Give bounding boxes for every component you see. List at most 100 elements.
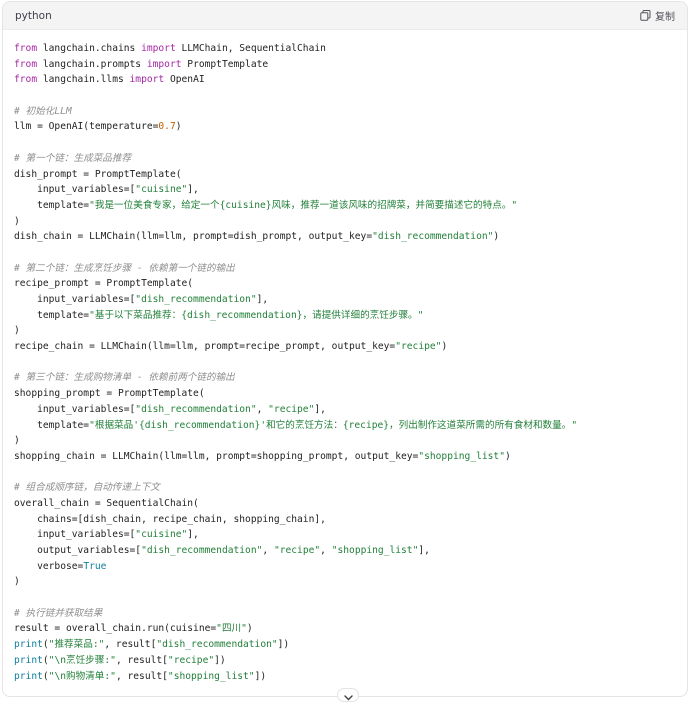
code-token: "dish_recommendation" [135,403,257,415]
code-line: template="我是一位美食专家，给定一个{cuisine}风味，推荐一道该… [14,198,687,214]
code-token: "dish_recommendation" [372,231,494,243]
code-token: "基于以下菜品推荐：{dish_recommendation}，请提供详细的烹饪… [89,309,424,321]
code-token: input_variables=[ [14,294,136,305]
code-line: chains=[dish_chain, recipe_chain, shoppi… [14,512,687,528]
code-block: python 复制 from langchain.chains import L… [2,1,688,697]
code-token: "shopping_list" [418,450,505,462]
code-token: verbose= [14,560,84,572]
code-line: template="基于以下菜品推荐：{dish_recommendation}… [14,308,687,324]
code-token: recipe_chain = LLMChain(llm=llm, prompt=… [14,341,396,353]
code-token: dish_chain = LLMChain(llm=llm, prompt=di… [14,231,373,243]
code-token: ) [14,215,20,227]
code-line: from langchain.chains import LLMChain, S… [14,41,687,57]
copy-button[interactable]: 复制 [640,8,675,23]
code-line: ​ [14,355,687,371]
code-token: , result[ [115,670,168,682]
code-token: , result[ [104,639,157,651]
code-token: template= [14,309,90,321]
code-token: "dish_recommendation" [156,639,278,651]
code-header: python 复制 [3,2,687,30]
code-token: "recipe" [273,545,321,556]
code-line: recipe_chain = LLMChain(llm=llm, prompt=… [14,339,687,355]
code-line: verbose=True [14,559,687,575]
code-line: print("推荐菜品:", result["dish_recommendati… [14,637,687,653]
code-line: from langchain.prompts import PromptTemp… [14,57,687,73]
code-content: from langchain.chains import LLMChain, S… [3,30,687,684]
scroll-down-button[interactable] [337,688,359,702]
code-token: import [129,74,165,86]
code-token: "recipe" [167,654,215,666]
code-token: from [14,43,38,54]
code-comment: # 第三个链：生成购物清单 - 依赖前两个链的输出 [14,372,235,384]
code-line: # 执行链并获取结果 [14,606,687,622]
code-token: from [14,58,38,70]
code-comment: # 第二个链：生成烹饪步骤 - 依赖第一个链的输出 [14,262,235,274]
code-line: ​ [14,245,687,261]
code-token: "recipe" [395,341,442,353]
code-line: recipe_prompt = PromptTemplate( [14,276,687,292]
code-line: ​ [14,135,687,151]
code-token: ) [493,231,500,243]
code-token: "shopping_list" [331,545,419,556]
code-token: langchain.prompts [37,58,147,70]
code-line: ) [14,214,687,230]
code-token: from [14,74,38,86]
code-token: shopping_prompt = PromptTemplate( [14,388,205,400]
code-token: , [256,403,269,415]
chevron-down-icon [343,686,353,705]
code-line: ​ [14,590,687,606]
code-token: input_variables=[ [14,403,136,415]
language-label: python [15,9,52,22]
code-token: ], [187,529,199,541]
code-line: print("\n烹饪步骤:", result["recipe"]) [14,653,687,669]
code-token: import [146,58,182,70]
code-token: "\n烹饪步骤:" [48,654,116,666]
code-token: langchain.chains [37,43,142,54]
code-token: , [262,545,274,556]
copy-label: 复制 [655,12,675,23]
code-line: ) [14,574,687,590]
code-line: # 初始化LLM [14,104,687,120]
code-token: langchain.llms [37,74,130,86]
code-line: dish_prompt = PromptTemplate( [14,167,687,183]
code-token: ]) [214,654,226,666]
code-token: ) [441,341,448,353]
code-line: result = overall_chain.run(cuisine="四川") [14,621,687,637]
code-token: dish_prompt = PromptTemplate( [14,168,182,180]
code-line: ​ [14,465,687,481]
code-token: ) [14,435,20,447]
code-line: overall_chain = SequentialChain( [14,496,687,512]
code-line: shopping_prompt = PromptTemplate( [14,386,687,402]
code-token: print [14,654,43,666]
code-line: input_variables=["cuisine"], [14,182,687,198]
code-token: ) [175,121,182,133]
code-line: print("\n购物清单:", result["shopping_list"]… [14,669,687,685]
code-line: # 第二个链：生成烹饪步骤 - 依赖第一个链的输出 [14,261,687,277]
code-token: shopping_chain = LLMChain(llm=llm, promp… [14,450,419,462]
code-line: # 第三个链：生成购物清单 - 依赖前两个链的输出 [14,370,687,386]
code-line: ) [14,433,687,449]
code-line: from langchain.llms import OpenAI [14,72,687,88]
code-line: ​ [14,88,687,104]
code-comment: # 组合成顺序链，自动传递上下文 [14,482,160,494]
code-token: OpenAI [164,74,205,86]
code-token: ], [314,403,326,415]
code-token: print [14,639,43,651]
code-token: "recipe" [268,403,315,415]
code-token: chains=[dish_chain, recipe_chain, shoppi… [14,513,326,525]
code-token: template= [14,419,90,431]
code-token: ]) [277,639,290,651]
code-line: # 组合成顺序链，自动传递上下文 [14,480,687,496]
code-token: "shopping_list" [167,670,255,682]
code-line: # 第一个链：生成菜品推荐 [14,151,687,167]
code-token: ) [14,576,20,588]
code-token: LLMChain, SequentialChain [175,43,326,54]
code-token: "dish_recommendation" [135,294,257,305]
code-token: ], [418,545,430,556]
copy-icon [640,10,651,21]
code-token: ], [256,294,269,305]
code-token: ) [504,450,511,462]
code-token: 0.7 [158,121,176,133]
code-line: template="根据菜品'{dish_recommendation}'和它的… [14,418,687,434]
code-token: overall_chain = SequentialChain( [14,497,199,509]
